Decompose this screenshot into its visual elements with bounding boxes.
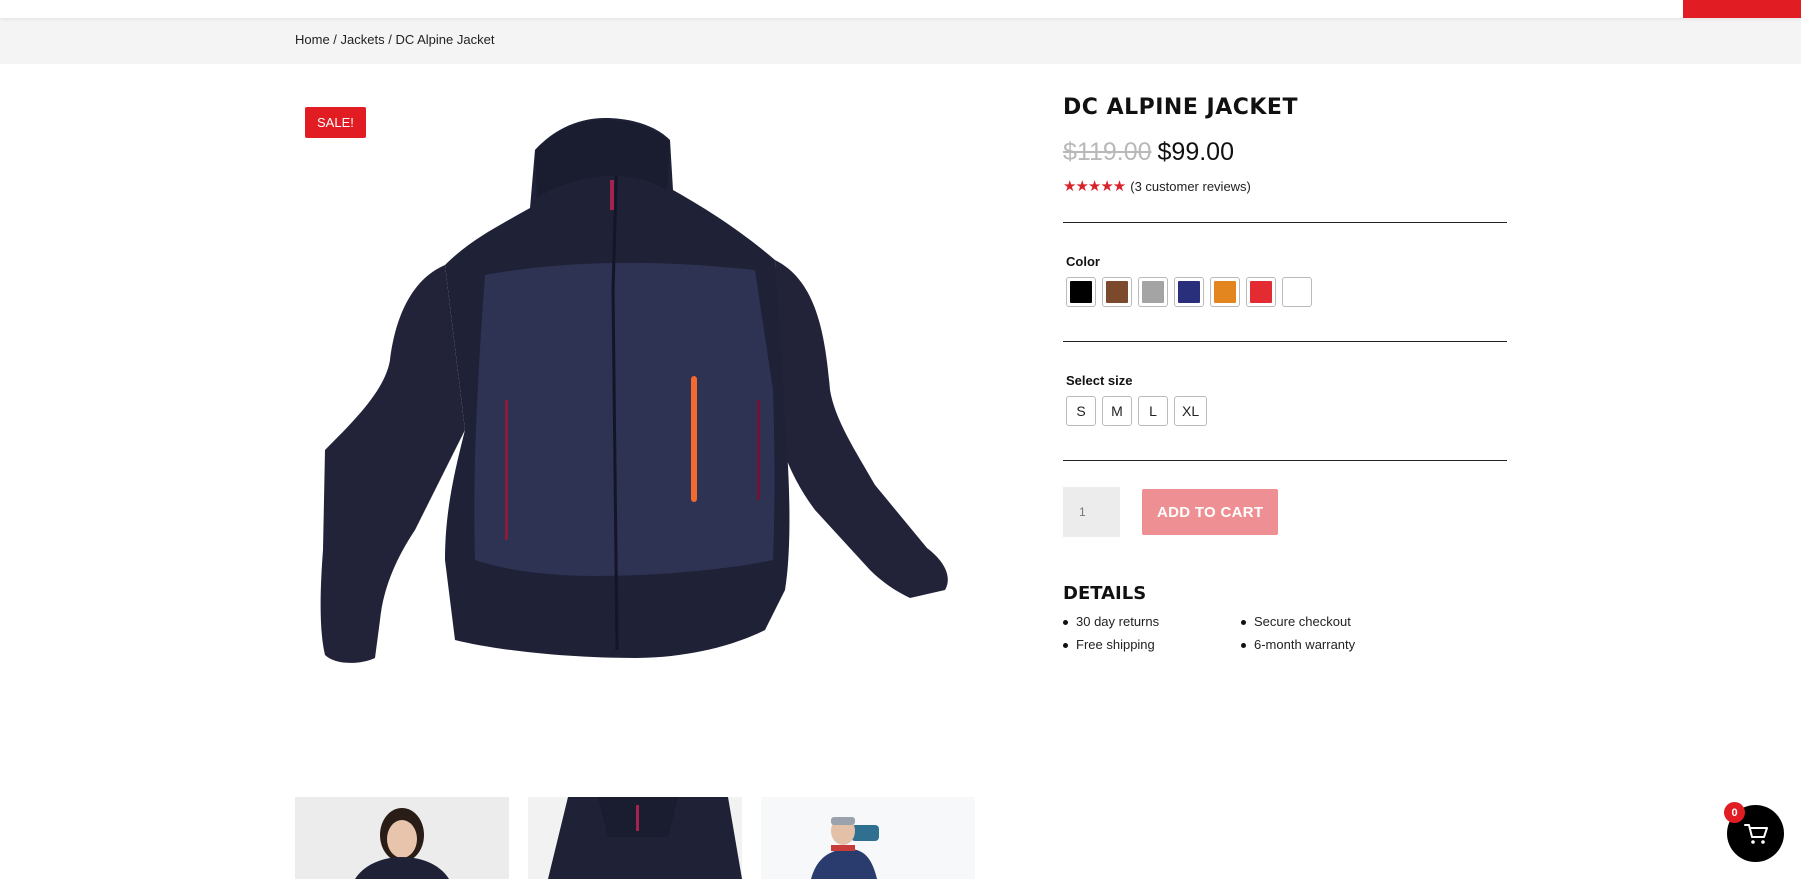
thumbnail-collar-closeup[interactable]	[528, 797, 742, 879]
jacket-mid-panel	[474, 262, 775, 576]
jacket-left-pocket-zip	[505, 400, 508, 540]
jacket-left-sleeve	[320, 265, 465, 663]
sale-badge: SALE!	[305, 107, 366, 138]
color-swatch-fill	[1250, 281, 1272, 303]
color-swatch-white[interactable]	[1282, 277, 1312, 307]
details-heading: DETAILS	[1063, 583, 1147, 604]
size-options: S M L XL	[1066, 396, 1507, 426]
rating-row: ★★★★★ (3 customer reviews)	[1063, 177, 1507, 195]
jacket-chest-zip	[691, 376, 697, 502]
add-to-cart-button[interactable]: ADD TO CART	[1142, 489, 1279, 535]
cart-count-badge: 0	[1724, 802, 1745, 823]
size-option-xl[interactable]: XL	[1174, 396, 1208, 426]
color-swatch-fill	[1142, 281, 1164, 303]
details-list: 30 day returns Secure checkout Free ship…	[1063, 614, 1507, 652]
price-row: $119.00 $99.00	[1063, 138, 1507, 167]
breadcrumb-home-link[interactable]: Home	[295, 32, 330, 47]
color-swatch-brown[interactable]	[1102, 277, 1132, 307]
size-option-m[interactable]: M	[1102, 396, 1132, 426]
breadcrumb: Home / Jackets / DC Alpine Jacket	[295, 32, 494, 47]
jacket-right-pocket-zip	[757, 400, 760, 500]
details-item: Secure checkout	[1241, 614, 1441, 629]
color-swatch-red[interactable]	[1246, 277, 1276, 307]
thumbnail-strip	[295, 797, 975, 879]
product-title: DC ALPINE JACKET	[1063, 95, 1298, 120]
product-summary: DC ALPINE JACKET $119.00 $99.00 ★★★★★ (3…	[1063, 95, 1507, 652]
color-swatches	[1066, 277, 1507, 307]
color-swatch-fill	[1106, 281, 1128, 303]
jacket-zip-pull	[610, 180, 614, 210]
reviews-link[interactable]: (3 customer reviews)	[1130, 179, 1251, 194]
breadcrumb-separator: /	[329, 32, 341, 47]
size-option-l[interactable]: L	[1138, 396, 1168, 426]
divider	[1063, 341, 1507, 342]
header-accent-bar	[1683, 0, 1801, 18]
color-swatch-fill	[1214, 281, 1236, 303]
product-main-image[interactable]	[295, 90, 975, 770]
divider	[1063, 222, 1507, 223]
size-label: Select size	[1066, 373, 1133, 388]
details-item: 6-month warranty	[1241, 637, 1441, 652]
sale-price: $99.00	[1157, 138, 1234, 166]
details-item: 30 day returns	[1063, 614, 1241, 629]
color-swatch-black[interactable]	[1066, 277, 1096, 307]
color-swatch-fill	[1286, 281, 1308, 303]
breadcrumb-current: DC Alpine Jacket	[395, 32, 495, 47]
color-label: Color	[1066, 254, 1100, 269]
original-price: $119.00	[1063, 138, 1152, 166]
breadcrumb-jackets-link[interactable]: Jackets	[341, 32, 385, 47]
product-gallery: SALE!	[295, 90, 975, 770]
jacket-right-sleeve	[775, 260, 948, 598]
top-header	[0, 0, 1801, 18]
cart-icon	[1743, 823, 1768, 844]
thumbnail-hiker-outdoor[interactable]	[761, 797, 975, 879]
breadcrumb-separator: /	[384, 32, 396, 47]
color-swatch-fill	[1070, 281, 1092, 303]
color-swatch-navy[interactable]	[1174, 277, 1204, 307]
color-swatch-grey[interactable]	[1138, 277, 1168, 307]
thumbnail-model-front[interactable]	[295, 797, 509, 879]
star-rating: ★★★★★	[1063, 178, 1126, 195]
divider	[1063, 460, 1507, 461]
details-item: Free shipping	[1063, 637, 1241, 652]
breadcrumb-bar: Home / Jackets / DC Alpine Jacket	[0, 18, 1801, 64]
quantity-input[interactable]	[1063, 487, 1120, 537]
add-to-cart-row: ADD TO CART	[1063, 487, 1507, 537]
color-swatch-orange[interactable]	[1210, 277, 1240, 307]
size-option-s[interactable]: S	[1066, 396, 1096, 426]
color-swatch-fill	[1178, 281, 1200, 303]
